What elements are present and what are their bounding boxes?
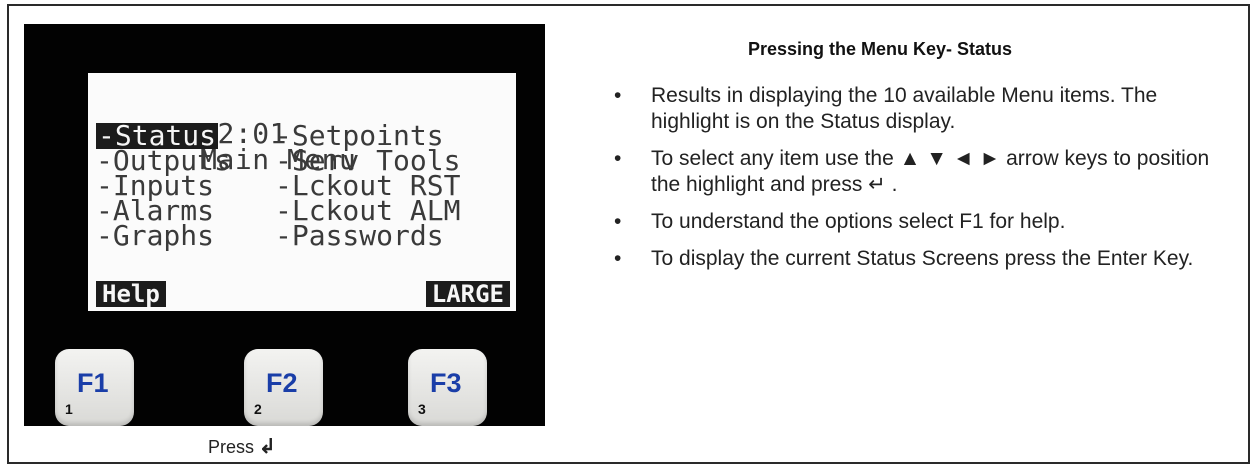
f3-key-button[interactable]: F3 3 [408, 349, 487, 426]
f2-key-number: 2 [254, 401, 262, 417]
softkey-help[interactable]: Help [96, 281, 166, 307]
lcd-screen: 12:01 Main Menu -Status -Outputs -Inputs… [88, 73, 516, 311]
instruction-bullet-2: To select any item use the ▲ ▼ ◄ ► arrow… [614, 146, 1234, 198]
controller-panel: 12:01 Main Menu -Status -Outputs -Inputs… [24, 24, 545, 426]
f2-key-label: F2 [266, 368, 298, 398]
press-caption: Press ↲ [208, 434, 276, 459]
press-label: Press [208, 437, 255, 457]
f1-key-button[interactable]: F1 1 [55, 349, 134, 426]
enter-key-icon: ↲ [259, 436, 276, 458]
instructions-heading: Pressing the Menu Key- Status [748, 39, 1013, 59]
f2-key-button[interactable]: F2 2 [244, 349, 323, 426]
menu-item-graphs[interactable]: -Graphs [96, 222, 214, 250]
instruction-bullet-4: To display the current Status Screens pr… [614, 246, 1234, 272]
menu-item-passwords[interactable]: -Passwords [275, 222, 444, 250]
instruction-bullet-1: Results in displaying the 10 available M… [614, 83, 1234, 135]
softkey-large[interactable]: LARGE [425, 281, 510, 307]
f1-key-label: F1 [77, 368, 109, 398]
f1-key-number: 1 [65, 401, 73, 417]
instruction-bullet-3: To understand the options select F1 for … [614, 209, 1234, 235]
f3-key-label: F3 [430, 368, 462, 398]
instructions-list: Results in displaying the 10 available M… [614, 83, 1234, 283]
f3-key-number: 3 [418, 401, 426, 417]
